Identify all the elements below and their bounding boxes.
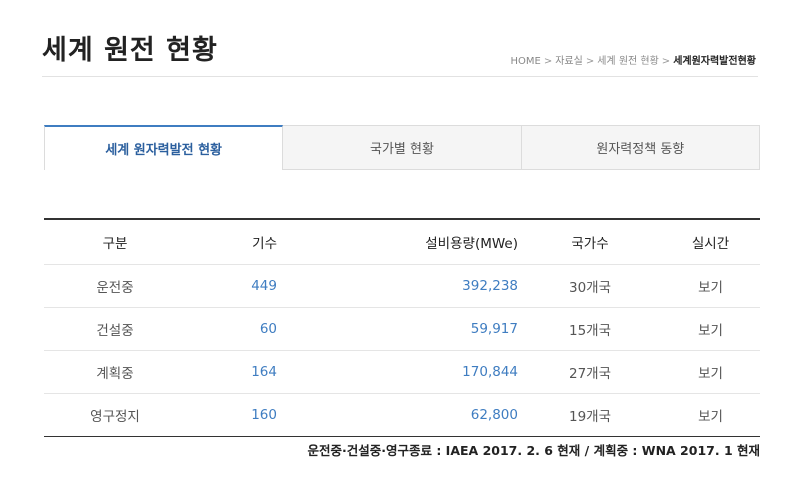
row-units: 60 xyxy=(186,307,277,351)
row-units: 164 xyxy=(186,350,277,394)
row-nations: 27개국 xyxy=(519,350,661,394)
header-category: 구분 xyxy=(44,219,186,265)
table-row: 운전중 449 392,238 30개국 보기 xyxy=(44,264,760,308)
npp-status-table: 구분 기수 설비용량(MWe) 국가수 실시간 운전중 449 392,238 … xyxy=(44,218,760,437)
tab-world-status[interactable]: 세계 원자력발전 현황 xyxy=(44,125,284,170)
table-row: 영구정지 160 62,800 19개국 보기 xyxy=(44,394,760,437)
breadcrumb-home[interactable]: HOME xyxy=(511,56,541,67)
row-capacity: 392,238 xyxy=(277,264,519,308)
row-nations: 15개국 xyxy=(519,307,661,351)
header-units: 기수 xyxy=(186,219,277,265)
page-title: 세계 원전 현황 xyxy=(42,35,218,66)
header-realtime: 실시간 xyxy=(661,219,760,265)
table-header-row: 구분 기수 설비용량(MWe) 국가수 실시간 xyxy=(44,219,760,265)
data-source-footnote: 운전중·건설중·영구종료 : IAEA 2017. 2. 6 현재 / 계획중 … xyxy=(307,443,760,458)
row-units: 449 xyxy=(186,264,277,308)
breadcrumb: HOME > 자료실 > 세계 원전 현황 > 세계원자력발전현황 xyxy=(511,52,757,67)
row-capacity: 170,844 xyxy=(277,350,519,394)
row-category: 영구정지 xyxy=(90,409,140,425)
realtime-view-link[interactable]: 보기 xyxy=(698,366,723,382)
breadcrumb-separator: > xyxy=(543,56,553,67)
row-units: 160 xyxy=(251,407,277,423)
row-nations: 30개국 xyxy=(519,264,661,308)
row-category: 계획중 xyxy=(44,350,186,394)
table-row: 계획중 164 170,844 27개국 보기 xyxy=(44,350,760,394)
tab-policy-trends[interactable]: 원자력정책 동향 xyxy=(521,125,760,170)
breadcrumb-world-npp[interactable]: 세계 원전 현황 xyxy=(597,56,659,67)
tab-bar: 세계 원자력발전 현황 국가별 현황 원자력정책 동향 xyxy=(44,125,760,170)
table-row: 건설중 60 59,917 15개국 보기 xyxy=(44,307,760,351)
row-nations: 19개국 xyxy=(568,409,612,425)
breadcrumb-resources[interactable]: 자료실 xyxy=(555,56,583,67)
breadcrumb-separator: > xyxy=(585,56,595,67)
tab-country-status[interactable]: 국가별 현황 xyxy=(283,125,522,170)
row-category: 건설중 xyxy=(44,307,186,351)
row-capacity: 59,917 xyxy=(277,307,519,351)
header-nations: 국가수 xyxy=(519,219,661,265)
header-capacity: 설비용량(MWe) xyxy=(277,219,519,265)
breadcrumb-current: 세계원자력발전현황 xyxy=(673,56,756,67)
row-category: 운전중 xyxy=(44,264,186,308)
title-divider xyxy=(42,76,758,77)
row-capacity: 62,800 xyxy=(470,407,518,423)
realtime-view-link[interactable]: 보기 xyxy=(698,280,723,296)
realtime-view-link[interactable]: 보기 xyxy=(698,323,723,339)
breadcrumb-separator: > xyxy=(661,56,671,67)
realtime-view-link[interactable]: 보기 xyxy=(698,409,723,425)
